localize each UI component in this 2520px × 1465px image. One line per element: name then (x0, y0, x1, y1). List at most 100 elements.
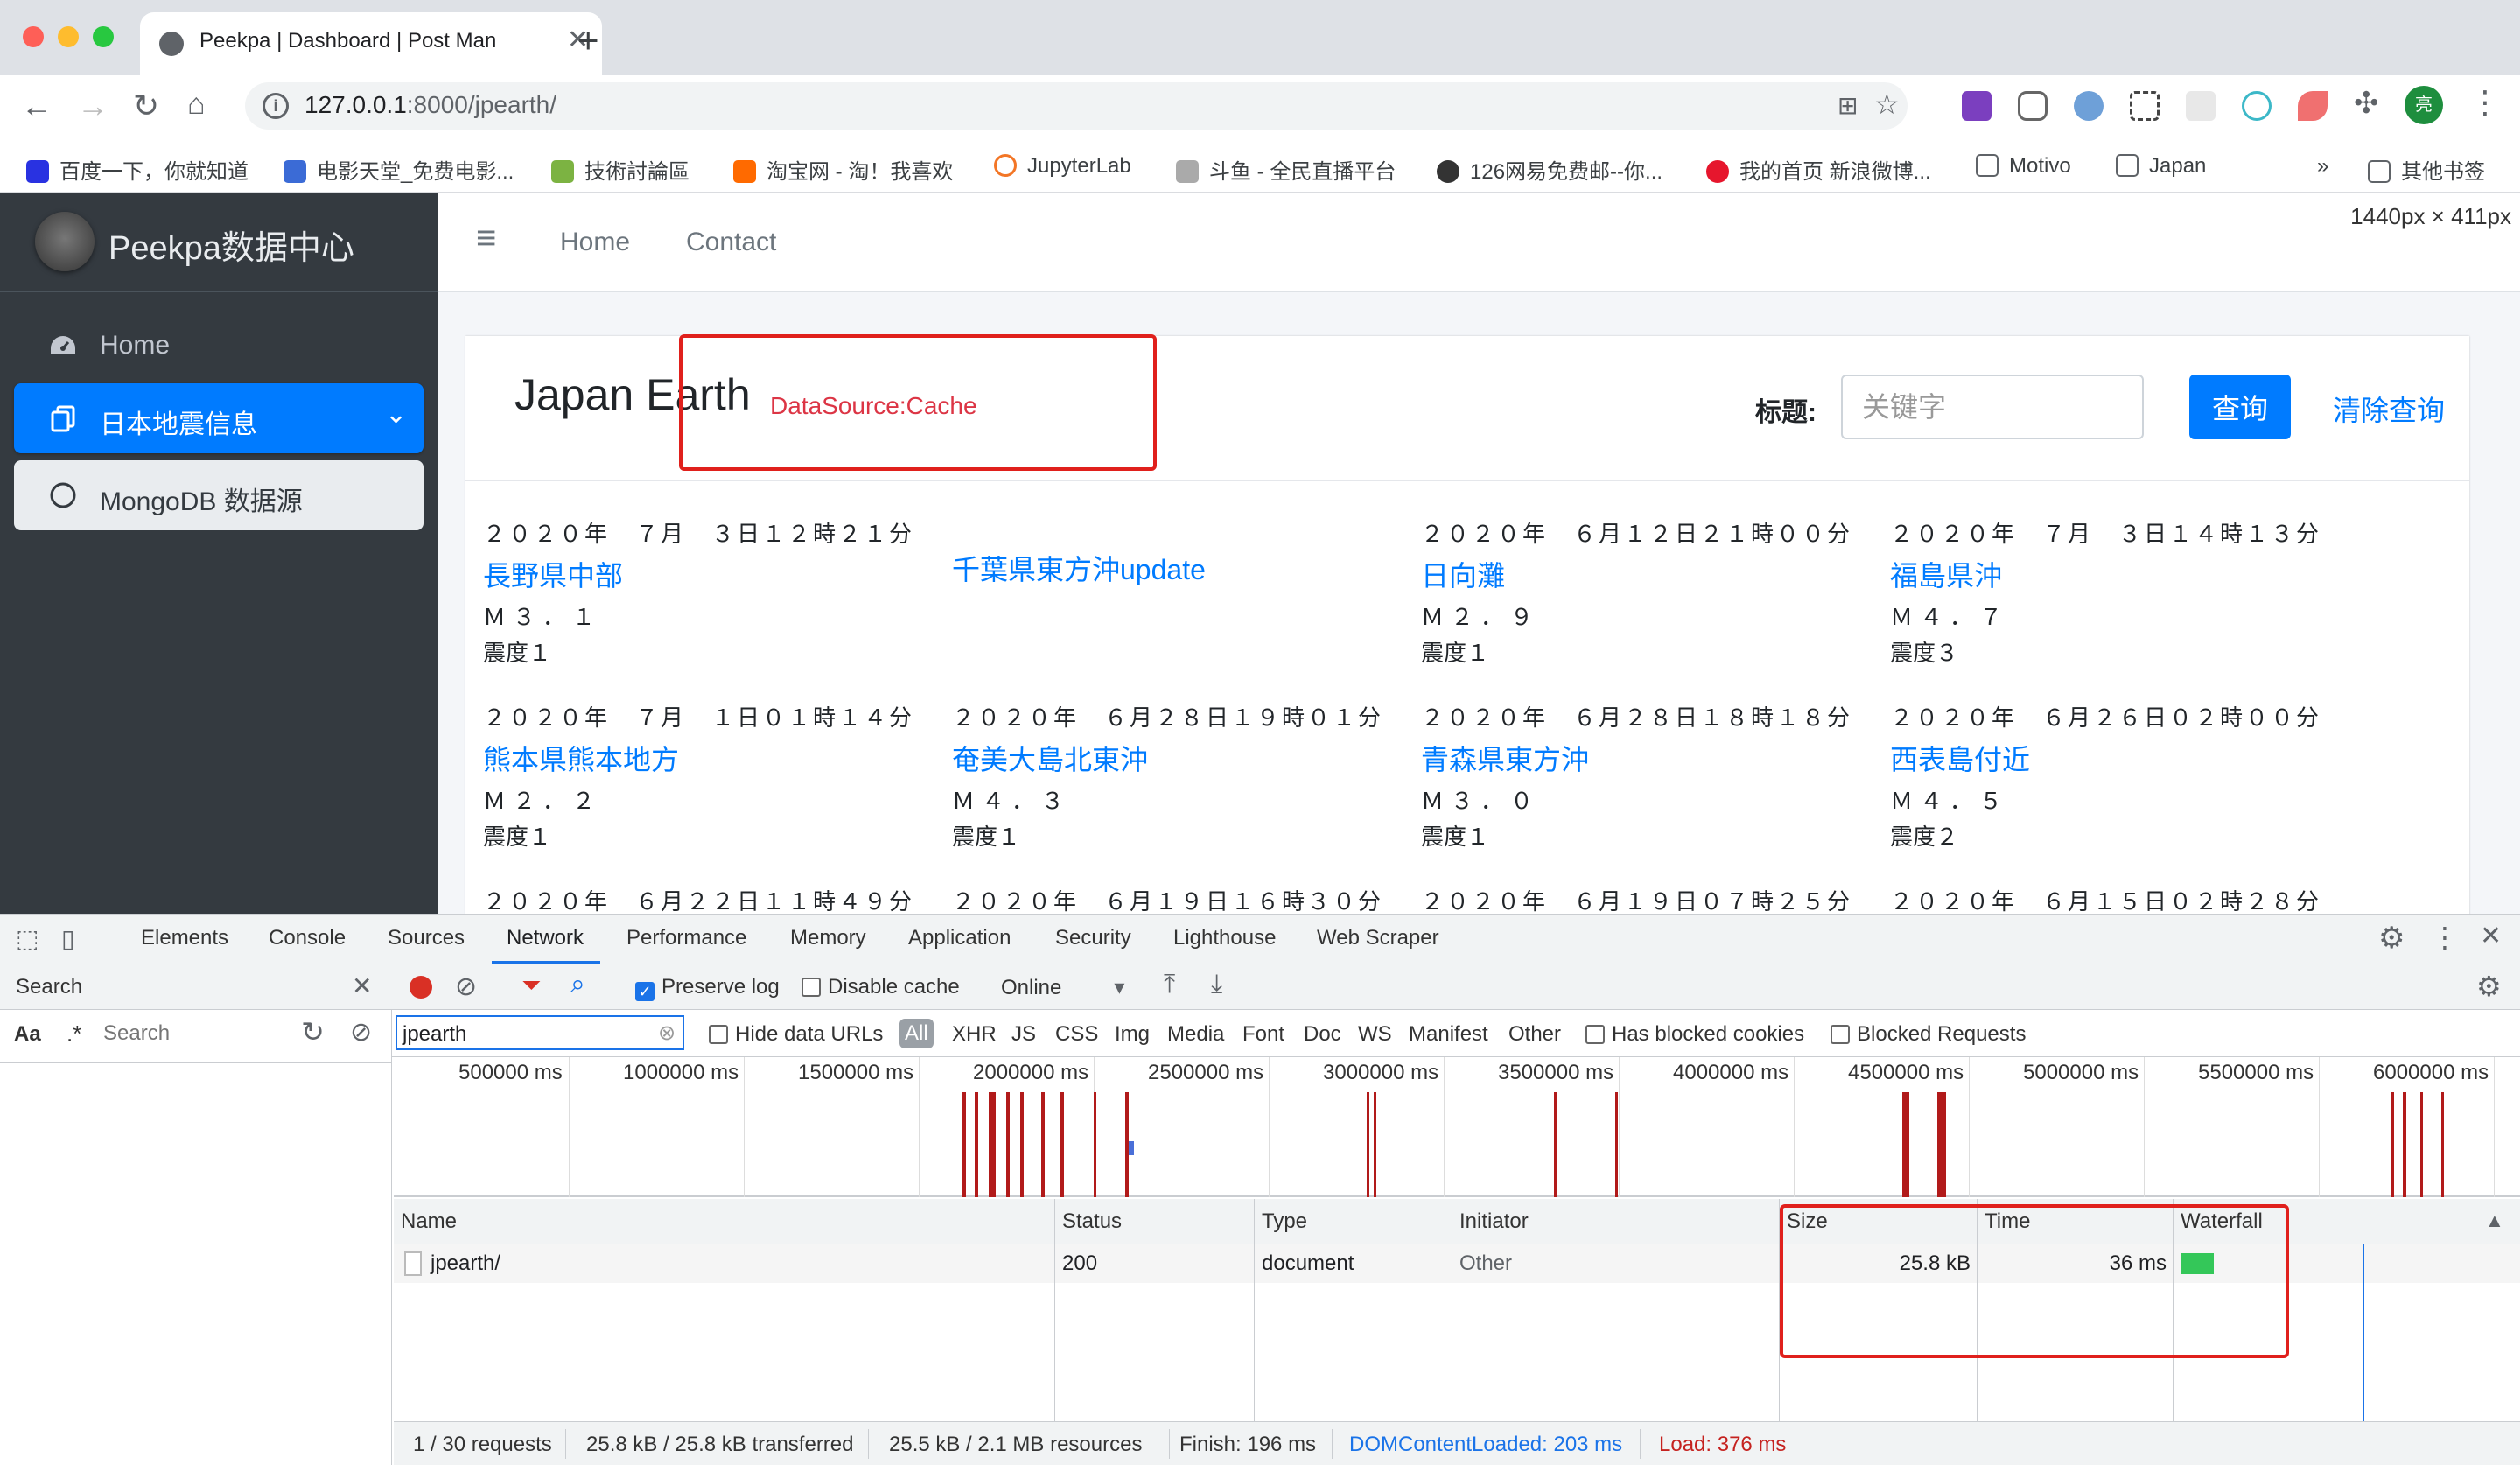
reload-icon[interactable]: ↻ (133, 88, 159, 124)
tab-console[interactable]: Console (269, 926, 346, 950)
forward-icon[interactable]: → (77, 88, 108, 124)
export-har-icon[interactable]: ⤓ (1211, 970, 1222, 999)
search-input[interactable] (96, 1017, 287, 1050)
column-name[interactable]: Name (394, 1199, 1055, 1244)
throttling-select[interactable]: Online ▾ (1001, 975, 1124, 1000)
back-icon[interactable]: ← (21, 88, 52, 124)
type-other[interactable]: Other (1508, 1022, 1561, 1047)
sort-up-icon[interactable]: ▲ (2485, 1209, 2504, 1232)
home-icon[interactable]: ⌂ (187, 88, 206, 122)
settings-gear-icon[interactable]: ⚙ (2378, 921, 2404, 956)
extensions-puzzle-icon[interactable]: ✣ (2354, 86, 2379, 121)
network-settings-icon[interactable]: ⚙ (2476, 970, 2502, 1003)
match-case-toggle[interactable]: Aa (14, 1022, 41, 1047)
browser-tab[interactable]: Peekpa | Dashboard | Post Man ✕ (140, 12, 602, 75)
quake-location-link[interactable]: 熊本県熊本地方 (483, 738, 938, 778)
type-doc[interactable]: Doc (1304, 1022, 1341, 1047)
tab-application[interactable]: Application (908, 926, 1011, 950)
close-devtools-icon[interactable]: ✕ (2480, 921, 2502, 951)
profile-avatar[interactable]: 亮 (2404, 86, 2443, 124)
type-js[interactable]: JS (1012, 1022, 1036, 1047)
type-media[interactable]: Media (1167, 1022, 1224, 1047)
extension-rp-icon[interactable] (1962, 91, 1992, 121)
tab-network[interactable]: Network (507, 926, 584, 950)
search-icon[interactable]: ⌕ (570, 970, 585, 999)
extension-react-icon[interactable] (2242, 91, 2272, 121)
refresh-search-icon[interactable]: ↻ (301, 1015, 325, 1048)
type-img[interactable]: Img (1115, 1022, 1150, 1047)
extension-arrow-icon[interactable] (2298, 91, 2328, 121)
extension-circle-icon[interactable] (2074, 91, 2104, 121)
bookmark-folder-motivo[interactable]: Motivo (1976, 154, 2071, 179)
bookmark-jupyterlab[interactable]: JupyterLab (994, 154, 1131, 179)
record-icon[interactable] (410, 976, 432, 999)
nav-contact-link[interactable]: Contact (686, 228, 776, 257)
zoom-window-button[interactable] (93, 26, 114, 47)
quake-location-link[interactable]: 西表島付近 (1890, 738, 2345, 778)
minimize-window-button[interactable] (58, 26, 79, 47)
extension-shield-icon[interactable] (2018, 91, 2048, 121)
quake-location-link[interactable]: 青森県東方沖 (1421, 738, 1876, 778)
type-font[interactable]: Font (1242, 1022, 1284, 1047)
bookmark-movie[interactable]: 电影天堂_免费电影... (284, 154, 514, 185)
filter-funnel-icon[interactable]: ⏷ (522, 971, 541, 1000)
extension-qr-icon[interactable] (2130, 91, 2160, 121)
has-blocked-cookies-checkbox[interactable]: Has blocked cookies (1586, 1022, 1804, 1047)
inspect-element-icon[interactable]: ⬚ (16, 924, 38, 953)
quake-location-link[interactable]: 奄美大島北東沖 (952, 738, 1407, 778)
quake-location-link[interactable]: 日向灘 (1421, 554, 1876, 594)
hide-data-urls-checkbox[interactable]: Hide data URLs (709, 1022, 883, 1047)
tab-elements[interactable]: Elements (141, 926, 228, 950)
quake-location-link[interactable]: 福島県沖 (1890, 554, 2345, 594)
preserve-log-checkbox[interactable]: ✓ Preserve log (635, 975, 780, 1001)
tab-security[interactable]: Security (1055, 926, 1131, 950)
clear-filter-icon[interactable]: ⊗ (658, 1020, 676, 1046)
type-manifest[interactable]: Manifest (1409, 1022, 1488, 1047)
bookmark-taobao[interactable]: 淘宝网 - 淘！我喜欢 (733, 154, 953, 185)
close-window-button[interactable] (23, 26, 44, 47)
device-toolbar-icon[interactable]: ▯ (61, 924, 74, 953)
bookmark-weibo[interactable]: 我的首页 新浪微博... (1706, 154, 1931, 185)
type-all[interactable]: All (900, 1019, 934, 1048)
quake-location-link[interactable]: 千葉県東方沖update (952, 548, 1407, 588)
info-icon[interactable]: i (262, 93, 289, 119)
import-har-icon[interactable]: ⤒ (1164, 970, 1175, 999)
nav-home-link[interactable]: Home (560, 228, 630, 257)
tab-lighthouse[interactable]: Lighthouse (1173, 926, 1276, 950)
bookmark-baidu[interactable]: 百度一下，你就知道 (26, 154, 248, 185)
tab-memory[interactable]: Memory (790, 926, 866, 950)
filter-input[interactable]: jpearth ⊗ (396, 1015, 684, 1050)
browser-menu-icon[interactable]: ⋮ (2469, 84, 2501, 121)
tab-sources[interactable]: Sources (388, 926, 465, 950)
bookmark-folder-other[interactable]: 其他书签 (2368, 154, 2485, 185)
type-xhr[interactable]: XHR (952, 1022, 997, 1047)
tab-web-scraper[interactable]: Web Scraper (1317, 926, 1439, 950)
type-css[interactable]: CSS (1055, 1022, 1098, 1047)
blocked-requests-checkbox[interactable]: Blocked Requests (1830, 1022, 2026, 1047)
devtools-menu-icon[interactable]: ⋮ (2431, 921, 2459, 954)
bookmarks-overflow-chevron[interactable]: » (2317, 154, 2328, 179)
bookmark-folder-japan[interactable]: Japan (2116, 154, 2206, 179)
bookmark-126-mail[interactable]: 126网易免费邮--你... (1437, 154, 1662, 185)
disable-cache-checkbox[interactable]: Disable cache (802, 975, 960, 999)
column-initiator[interactable]: Initiator (1452, 1199, 1780, 1244)
tab-performance[interactable]: Performance (626, 926, 746, 950)
close-search-icon[interactable]: ✕ (352, 971, 372, 1000)
sidebar-item-mongodb[interactable]: MongoDB 数据源 (14, 460, 424, 530)
bookmark-star-icon[interactable]: ☆ (1874, 88, 1900, 121)
sidebar-item-japan-earthquake[interactable]: 日本地震信息 ⌄ (14, 383, 424, 453)
translate-icon[interactable]: ⊞ (1838, 91, 1858, 120)
keyword-input[interactable] (1841, 375, 2144, 439)
address-bar[interactable]: i 127.0.0.1:8000/jpearth/ ⊞ ☆ (245, 82, 1908, 130)
sidebar-item-home[interactable]: Home (14, 312, 424, 382)
extension-grid-icon[interactable] (2186, 91, 2216, 121)
clear-search-link[interactable]: 清除查询 (2333, 389, 2445, 429)
clear-log-icon[interactable]: ⊘ (455, 971, 477, 1002)
clear-search-icon[interactable]: ⊘ (350, 1017, 372, 1048)
type-ws[interactable]: WS (1358, 1022, 1392, 1047)
quake-location-link[interactable]: 長野県中部 (483, 554, 938, 594)
search-button[interactable]: 查询 (2189, 375, 2291, 439)
bookmark-forum[interactable]: 技術討論區 (551, 154, 690, 185)
regex-toggle[interactable]: .* (66, 1020, 81, 1048)
hamburger-menu-icon[interactable]: ≡ (476, 219, 496, 258)
